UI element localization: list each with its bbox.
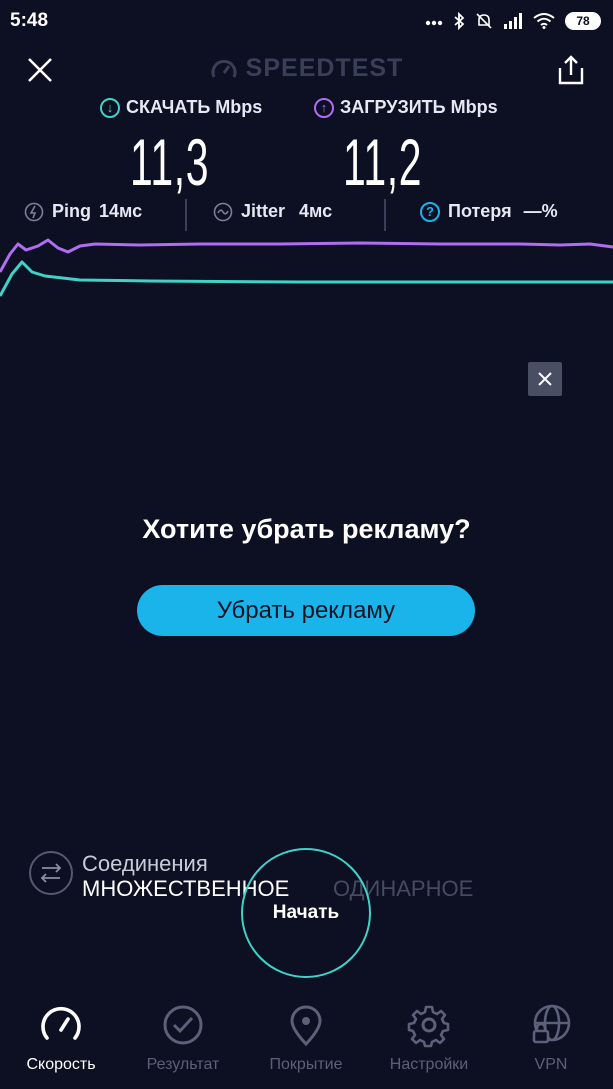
notification-dots-icon (425, 20, 443, 26)
nav-coverage[interactable]: Покрытие (245, 1002, 367, 1074)
stat-divider (185, 199, 187, 231)
nav-results[interactable]: Результат (122, 1002, 244, 1074)
upload-graph-line (0, 238, 613, 273)
download-value: 11,3 (130, 125, 210, 199)
nav-label: Результат (146, 1056, 220, 1073)
upload-value: 11,2 (343, 125, 423, 199)
remove-ads-button[interactable]: Убрать рекламу (137, 585, 475, 636)
speedometer-icon (41, 1006, 81, 1040)
jitter-stat: Jitter 4мс (213, 201, 332, 222)
ping-icon (24, 202, 44, 221)
nav-speed[interactable]: Скорость (0, 1002, 122, 1074)
brand-name: SPEEDTEST (245, 54, 404, 82)
start-label: Начать (272, 902, 340, 923)
nav-label: Скорость (26, 1056, 96, 1073)
connections-icon (40, 863, 62, 883)
mute-bell-icon (476, 13, 492, 29)
status-icons: 78 (425, 10, 601, 32)
download-label: ↓ СКАЧАТЬ Mbps (100, 97, 262, 118)
close-icon[interactable] (537, 371, 553, 387)
wifi-icon (533, 13, 555, 29)
download-graph-line (0, 260, 613, 297)
signal-icon (504, 13, 522, 29)
jitter-icon (213, 202, 233, 221)
share-icon[interactable] (554, 53, 588, 87)
upload-arrow-icon: ↑ (314, 97, 334, 118)
nav-vpn[interactable]: VPN (490, 1002, 612, 1074)
globe-lock-icon (532, 1004, 571, 1044)
upload-label: ↑ ЗАГРУЗИТЬ Mbps (314, 97, 498, 118)
brand-logo: SPEEDTEST (0, 54, 613, 83)
loss-stat[interactable]: ? Потеря —% (420, 201, 558, 222)
connections-title: Соединения (82, 851, 208, 876)
help-icon[interactable]: ? (420, 201, 440, 222)
bluetooth-icon (454, 12, 465, 30)
ad-close-button[interactable] (528, 362, 562, 396)
nav-settings[interactable]: Настройки (368, 1002, 490, 1074)
nav-label: Покрытие (269, 1056, 343, 1073)
connections-toggle[interactable] (29, 851, 73, 895)
gear-icon (407, 1005, 450, 1048)
ping-stat: Ping 14мс (24, 201, 142, 222)
location-pin-icon (290, 1005, 322, 1047)
download-arrow-icon: ↓ (100, 97, 120, 118)
stat-divider (384, 199, 386, 231)
nav-label: Настройки (389, 1056, 469, 1073)
ad-title: Хотите убрать рекламу? (142, 514, 471, 544)
nav-label: VPN (534, 1056, 568, 1073)
status-time: 5:48 (10, 10, 49, 31)
battery-indicator: 78 (565, 12, 601, 30)
check-circle-icon (163, 1005, 203, 1045)
speed-graph (0, 238, 613, 297)
speedometer-logo-icon (211, 59, 237, 78)
start-test-button[interactable]: Начать (241, 848, 371, 978)
